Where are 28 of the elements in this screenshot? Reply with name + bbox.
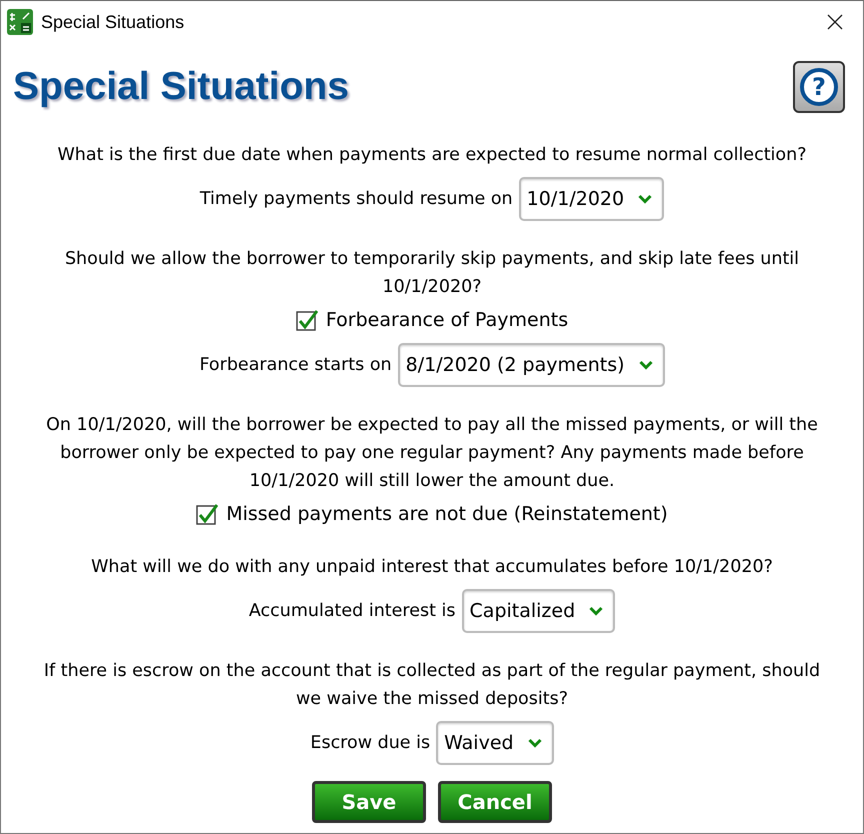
question-text: Should we allow the borrower to temporarily skip payments, and skip late fees until 10/1/2020? (64, 248, 800, 299)
page-heading: Special Situations (13, 65, 349, 109)
checkbox[interactable] (296, 309, 318, 331)
question-text: What is the first due date when payments are expected to resume normal collection? (57, 144, 807, 167)
chevron-icon (638, 360, 653, 370)
question-text: What will we do with any unpaid interest that accumulates before 10/1/2020? (91, 556, 773, 579)
window-title: Special Situations (41, 12, 184, 32)
close-icon[interactable] (827, 14, 843, 30)
field-label: Timely payments should resume on (200, 189, 513, 209)
chevron-icon (589, 606, 604, 616)
checkbox[interactable] (196, 503, 218, 525)
question-text: On 10/1/2020, will the borrower be expected to pay all the missed payments, or will the borrower only be expected to pay one regular payment? Any payments made before 10/1/2020 will still lower the amount due. (45, 414, 819, 493)
chevron-icon (638, 194, 652, 204)
checkbox-label: Forbearance of Payments (326, 309, 568, 331)
checkbox-label: Missed payments are not due (Reinstatement) (226, 503, 668, 525)
dropdown[interactable]: Waived (436, 721, 554, 765)
cancel-button[interactable]: Cancel (438, 781, 552, 823)
dropdown[interactable]: 10/1/2020 (518, 177, 664, 221)
field-label: Accumulated interest is (248, 601, 456, 621)
field-label: Forbearance starts on (199, 355, 392, 375)
field-label: Escrow due is (310, 733, 430, 753)
chevron-icon (528, 738, 542, 748)
calculator-icon (7, 9, 33, 35)
dropdown[interactable]: 8/1/2020 (2 payments) (398, 343, 665, 387)
save-button[interactable]: Save (312, 781, 426, 823)
help-button[interactable]: ? (793, 61, 845, 113)
question-text: If there is escrow on the account that is collected as part of the regular payment, should we waive the missed deposits? (42, 660, 822, 711)
dropdown[interactable]: Capitalized (462, 589, 616, 633)
